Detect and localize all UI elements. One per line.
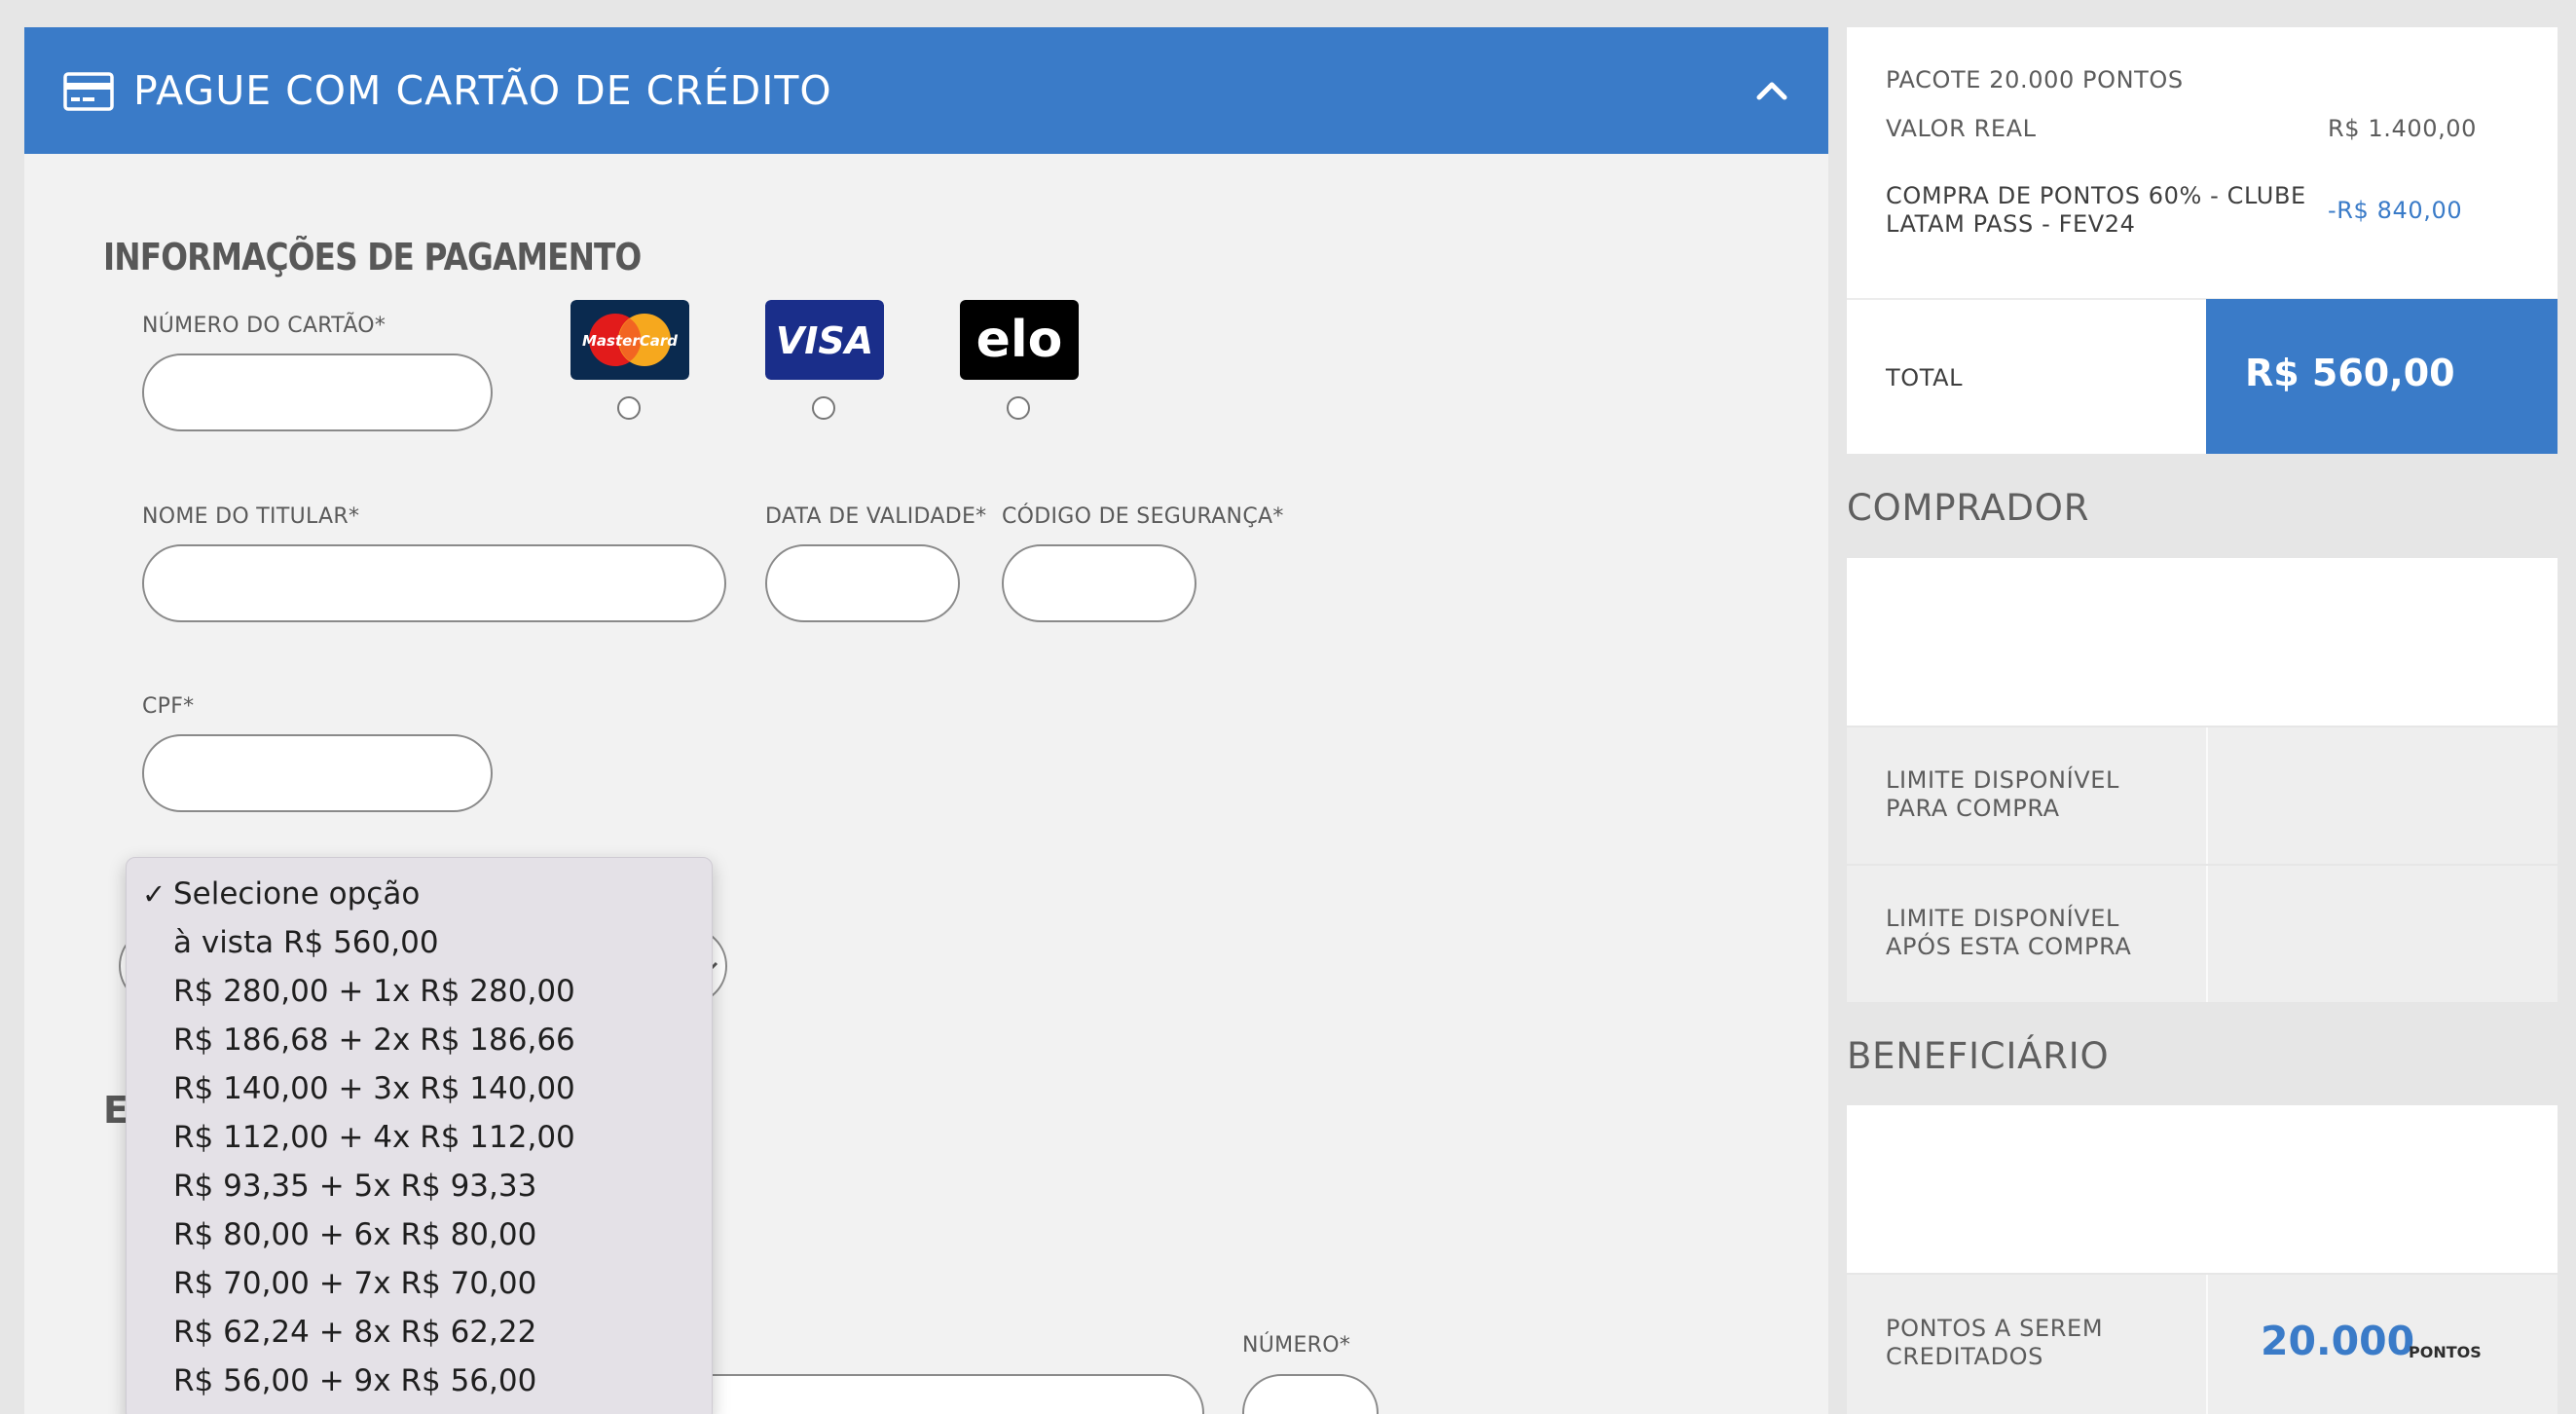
points-label-line1: PONTOS A SEREM bbox=[1886, 1315, 2104, 1342]
installment-option[interactable]: R$ 70,00 + 7x R$ 70,00 bbox=[127, 1259, 712, 1308]
buyer-limit-row: LIMITE DISPONÍVEL PARA COMPRA bbox=[1847, 727, 2558, 864]
holder-name-label: NOME DO TITULAR* bbox=[142, 504, 360, 529]
visa-icon[interactable]: VISA bbox=[765, 300, 884, 380]
row-divider bbox=[2206, 727, 2208, 864]
points-row: PONTOS A SEREM CREDITADOS 20.000 PONTOS bbox=[1847, 1275, 2558, 1414]
points-label-line2: CREDITADOS bbox=[1886, 1343, 2043, 1370]
installment-option[interactable]: R$ 93,35 + 5x R$ 93,33 bbox=[127, 1162, 712, 1210]
installment-option[interactable]: R$ 62,24 + 8x R$ 62,22 bbox=[127, 1308, 712, 1357]
svg-text:elo: elo bbox=[976, 311, 1063, 369]
beneficiary-title: BENEFICIÁRIO bbox=[1847, 1035, 2110, 1077]
installment-option[interactable]: R$ 280,00 + 1x R$ 280,00 bbox=[127, 967, 712, 1016]
svg-text:VISA: VISA bbox=[776, 319, 873, 362]
buyer-info bbox=[1847, 558, 2558, 726]
installment-option[interactable]: ✓ Selecione opção bbox=[127, 870, 712, 918]
discount-label-line1: COMPRA DE PONTOS 60% - CLUBE bbox=[1886, 182, 2306, 209]
cpf-label: CPF* bbox=[142, 694, 195, 719]
real-value: R$ 1.400,00 bbox=[2328, 115, 2478, 142]
buyer-limit-after-row: LIMITE DISPONÍVEL APÓS ESTA COMPRA bbox=[1847, 866, 2558, 1002]
address-number-label: NÚMERO* bbox=[1242, 1333, 1351, 1358]
limit-after-label-line1: LIMITE DISPONÍVEL bbox=[1886, 905, 2120, 932]
total-value: R$ 560,00 bbox=[2245, 352, 2455, 394]
total-box: R$ 560,00 bbox=[2206, 299, 2558, 454]
payment-title: PAGUE COM CARTÃO DE CRÉDITO bbox=[133, 67, 832, 114]
expiry-date-label: DATA DE VALIDADE* bbox=[765, 504, 987, 529]
limit-label-line2: PARA COMPRA bbox=[1886, 795, 2060, 822]
elo-radio[interactable] bbox=[1007, 396, 1030, 420]
svg-text:MasterCard: MasterCard bbox=[582, 332, 678, 350]
elo-icon[interactable]: elo bbox=[960, 300, 1079, 380]
payment-header[interactable]: PAGUE COM CARTÃO DE CRÉDITO bbox=[24, 27, 1828, 154]
installment-option[interactable]: R$ 186,68 + 2x R$ 186,66 bbox=[127, 1016, 712, 1064]
mastercard-radio[interactable] bbox=[617, 396, 641, 420]
discount-value: -R$ 840,00 bbox=[2328, 197, 2463, 224]
credit-card-icon bbox=[63, 72, 114, 111]
expiry-date-input[interactable] bbox=[765, 544, 960, 622]
buyer-title: COMPRADOR bbox=[1847, 487, 2090, 529]
security-code-input[interactable] bbox=[1002, 544, 1196, 622]
points-unit: PONTOS bbox=[2409, 1343, 2482, 1361]
address-section-title: E bbox=[103, 1089, 129, 1132]
cpf-input[interactable] bbox=[142, 734, 493, 812]
limit-label-line1: LIMITE DISPONÍVEL bbox=[1886, 766, 2120, 794]
mastercard-icon[interactable]: MasterCard bbox=[570, 300, 689, 380]
row-divider bbox=[2206, 866, 2208, 1002]
installments-dropdown[interactable]: ✓ Selecione opção à vista R$ 560,00 R$ 28… bbox=[126, 857, 713, 1414]
payment-info-title: INFORMAÇÕES DE PAGAMENTO bbox=[103, 236, 642, 279]
installment-option[interactable]: R$ 140,00 + 3x R$ 140,00 bbox=[127, 1064, 712, 1113]
installment-option[interactable]: R$ 112,00 + 4x R$ 112,00 bbox=[127, 1113, 712, 1162]
address-street-input[interactable] bbox=[647, 1374, 1204, 1414]
package-name: PACOTE 20.000 PONTOS bbox=[1886, 66, 2184, 93]
card-number-input[interactable] bbox=[142, 354, 493, 431]
card-number-label: NÚMERO DO CARTÃO* bbox=[142, 314, 386, 338]
limit-after-label-line2: APÓS ESTA COMPRA bbox=[1886, 933, 2132, 960]
checkmark-icon: ✓ bbox=[142, 877, 166, 911]
holder-name-input[interactable] bbox=[142, 544, 726, 622]
real-value-label: VALOR REAL bbox=[1886, 115, 2037, 142]
total-label: TOTAL bbox=[1886, 364, 1964, 391]
installment-option[interactable]: R$ 80,00 + 6x R$ 80,00 bbox=[127, 1210, 712, 1259]
installment-option[interactable]: à vista R$ 560,00 bbox=[127, 918, 712, 967]
installment-option[interactable]: R$ 56,00 + 9x R$ 56,00 bbox=[127, 1357, 712, 1405]
discount-label-line2: LATAM PASS - FEV24 bbox=[1886, 210, 2136, 238]
row-divider bbox=[2206, 1275, 2208, 1414]
security-code-label: CÓDIGO DE SEGURANÇA* bbox=[1002, 504, 1284, 529]
points-value: 20.000 bbox=[2261, 1318, 2415, 1364]
visa-radio[interactable] bbox=[812, 396, 835, 420]
address-number-input[interactable] bbox=[1242, 1374, 1379, 1414]
order-summary: PACOTE 20.000 PONTOS VALOR REAL R$ 1.400… bbox=[1847, 27, 2558, 454]
chevron-up-icon[interactable] bbox=[1748, 66, 1796, 115]
beneficiary-info bbox=[1847, 1105, 2558, 1273]
